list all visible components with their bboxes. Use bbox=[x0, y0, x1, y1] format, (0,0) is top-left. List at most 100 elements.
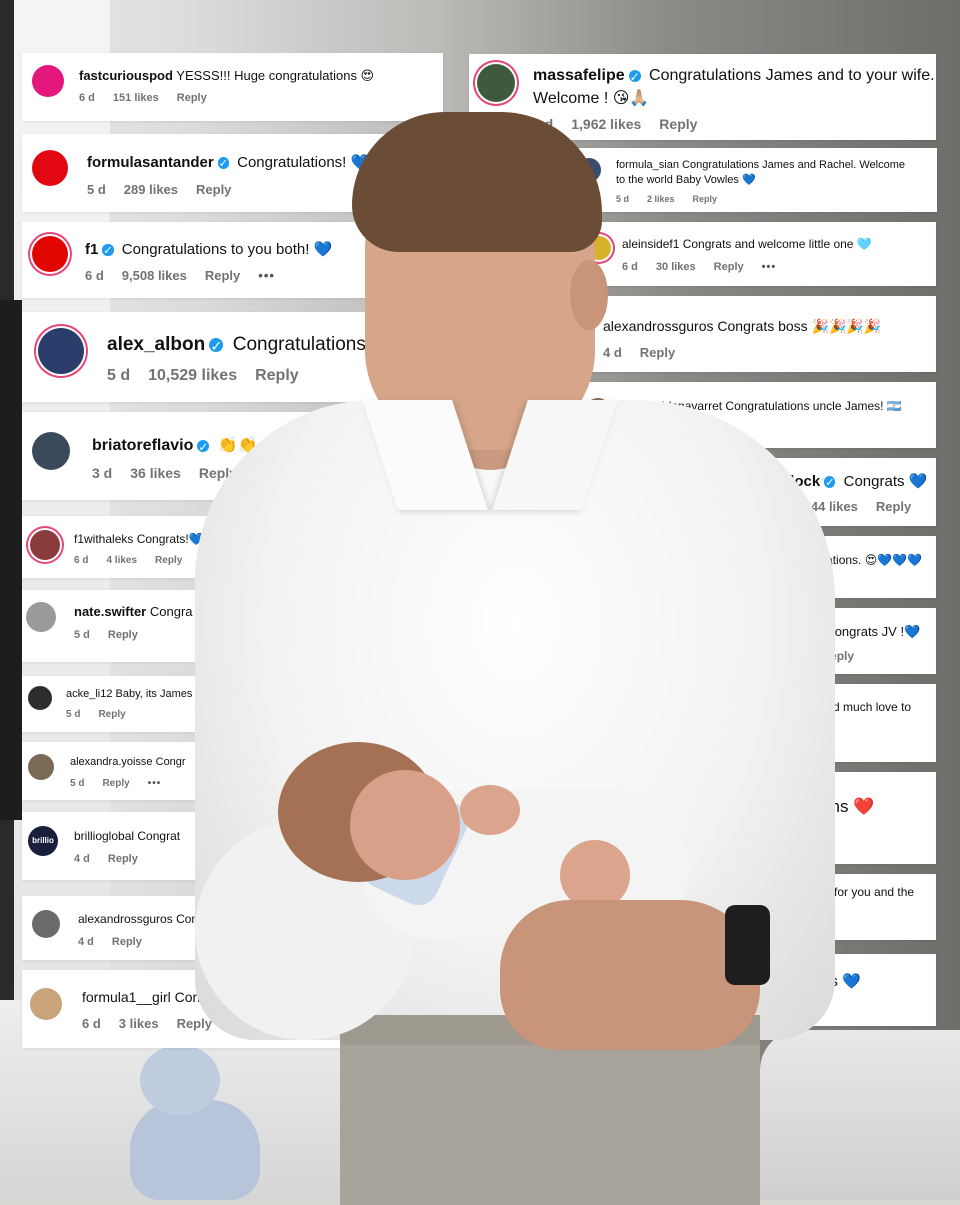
more-options-icon[interactable]: ••• bbox=[148, 778, 162, 789]
comment-username[interactable]: formulasantander bbox=[87, 154, 214, 171]
comment-likes[interactable]: 9,508 likes bbox=[122, 268, 187, 283]
comment-card: brillio brillioglobal Congrat 4 d Reply bbox=[22, 812, 222, 880]
comment-age: 5 d bbox=[70, 778, 85, 789]
comment-card: ted for you and the bbox=[690, 874, 936, 940]
reply-button[interactable]: Reply bbox=[177, 92, 207, 104]
comment-username[interactable]: briatoreflavio bbox=[92, 437, 193, 454]
comment-age: 6 d bbox=[622, 261, 638, 273]
comment-card: formula_sian Congratulations James and R… bbox=[567, 148, 937, 212]
reply-button[interactable]: Reply bbox=[98, 709, 125, 720]
comment-likes[interactable]: 2 likes bbox=[647, 194, 675, 204]
avatar[interactable] bbox=[26, 602, 56, 632]
teddy-bear bbox=[130, 1045, 260, 1200]
comment-username[interactable]: aleinsidef1 bbox=[622, 237, 679, 251]
avatar[interactable] bbox=[585, 398, 611, 424]
reply-button[interactable]: Reply bbox=[112, 936, 142, 948]
comment-likes[interactable]: 3 likes bbox=[119, 1016, 159, 1031]
comment-username[interactable]: acke_li12 bbox=[66, 688, 112, 700]
comment-likes[interactable]: 151 likes bbox=[113, 92, 159, 104]
comment-text: ngratulations 💙 bbox=[752, 973, 861, 990]
comment-card: juanpablonavarret Congratulations uncle … bbox=[577, 382, 936, 448]
comment-card: ngratulations 💙 bbox=[690, 954, 936, 1026]
comment-likes[interactable]: 289 likes bbox=[124, 182, 178, 197]
reply-button[interactable]: Reply bbox=[640, 345, 675, 360]
avatar[interactable]: brillio bbox=[28, 826, 58, 856]
comment-username[interactable]: f1withaleks bbox=[74, 532, 133, 546]
comment-username[interactable]: alexandra.yoisse bbox=[70, 756, 153, 768]
more-options-icon[interactable]: ••• bbox=[762, 261, 777, 273]
chair bbox=[760, 1030, 960, 1200]
avatar[interactable] bbox=[32, 65, 64, 97]
reply-button[interactable]: Reply bbox=[108, 629, 138, 641]
comment-username[interactable]: alex_albon bbox=[107, 334, 205, 355]
avatar[interactable] bbox=[577, 158, 601, 182]
avatar[interactable] bbox=[28, 686, 52, 710]
comment-text: Congratulations!!💙 bbox=[227, 334, 392, 355]
comment-text: Congra bbox=[146, 604, 193, 619]
comment-likes[interactable]: 4 likes bbox=[106, 555, 137, 566]
comment-likes[interactable]: 30 likes bbox=[656, 261, 696, 273]
verified-badge-icon: ✓ bbox=[102, 244, 114, 258]
comment-likes[interactable]: 36 likes bbox=[130, 465, 181, 481]
reply-button[interactable]: Reply bbox=[205, 268, 240, 283]
reply-button[interactable]: Reply bbox=[177, 1016, 212, 1031]
comment-username[interactable]: liakblock bbox=[756, 473, 820, 490]
reply-button[interactable]: Reply bbox=[102, 778, 129, 789]
reply-button[interactable]: Reply bbox=[255, 367, 299, 384]
comment-text: ted for you and the bbox=[814, 885, 915, 899]
comment-username[interactable]: brillioglobal bbox=[74, 829, 134, 843]
comment-age: 6 d bbox=[85, 268, 104, 283]
reply-button[interactable]: Reply bbox=[108, 853, 138, 865]
comment-text: Congrats and welcome little one 🩵 bbox=[679, 237, 872, 251]
reply-button[interactable]: Reply bbox=[714, 261, 744, 273]
comment-likes[interactable]: ke bbox=[790, 649, 803, 663]
avatar[interactable] bbox=[30, 988, 62, 1020]
avatar[interactable] bbox=[32, 150, 68, 186]
comment-likes[interactable]: 1,844 likes bbox=[793, 499, 858, 514]
reply-button[interactable]: Reply bbox=[876, 499, 911, 514]
more-options-icon[interactable]: ••• bbox=[258, 268, 275, 283]
reply-button[interactable]: Reply bbox=[199, 465, 237, 481]
comment-username[interactable]: alexandrossguros bbox=[603, 318, 714, 334]
reply-button[interactable]: Reply bbox=[660, 420, 690, 432]
comment-card: massafelipe ✓ Congratulations James and t… bbox=[469, 54, 936, 140]
avatar[interactable] bbox=[32, 432, 70, 470]
comment-text: Congratulations 💙 bbox=[170, 989, 294, 1005]
reply-button[interactable]: Reply bbox=[693, 194, 718, 204]
comment-age: 6 d bbox=[756, 499, 775, 514]
comment-text: ons and much love to bbox=[797, 700, 912, 714]
avatar[interactable] bbox=[587, 236, 611, 260]
comment-username[interactable]: alexandrossguros bbox=[78, 912, 173, 926]
avatar[interactable] bbox=[704, 470, 736, 502]
comment-text-tail: ations ❤️ bbox=[803, 797, 875, 816]
avatar[interactable] bbox=[32, 236, 68, 272]
comment-username[interactable]: f1 bbox=[85, 241, 98, 258]
avatar[interactable] bbox=[38, 328, 84, 374]
comment-card: alex_albon ✓ Congratulations!!💙 5 d 10,529… bbox=[22, 312, 392, 402]
comment-text-line2: Welcome ! 😘🙏🏼 bbox=[533, 90, 650, 107]
comment-username[interactable]: juanpablonavarret bbox=[626, 399, 722, 413]
comment-age: 4 d bbox=[78, 936, 94, 948]
comment-text: Cong bbox=[172, 912, 205, 926]
avatar[interactable] bbox=[477, 64, 515, 102]
avatar[interactable] bbox=[28, 754, 54, 780]
comment-likes[interactable]: 1,962 likes bbox=[571, 116, 641, 132]
avatar[interactable] bbox=[32, 910, 60, 938]
reply-button[interactable]: Reply bbox=[155, 555, 182, 566]
comment-likes[interactable]: 10,529 likes bbox=[148, 367, 237, 384]
comment-username[interactable]: nate.swifter bbox=[74, 604, 146, 619]
reply-button[interactable]: Reply bbox=[196, 182, 231, 197]
comment-likes[interactable]: likes bbox=[686, 830, 719, 847]
reply-button[interactable]: Reply bbox=[659, 116, 697, 132]
comment-username[interactable]: massafelipe bbox=[533, 67, 625, 84]
more-options-icon[interactable]: ••• bbox=[255, 465, 273, 481]
comment-text: Congratulations uncle James! 🇦🇷 bbox=[722, 399, 902, 413]
comment-age: 3 d bbox=[92, 465, 113, 481]
comment-username[interactable]: formula1__girl bbox=[82, 989, 171, 1005]
avatar[interactable] bbox=[30, 530, 60, 560]
reply-button[interactable]: Reply bbox=[821, 649, 854, 663]
comment-age: 6 d bbox=[82, 1016, 101, 1031]
comment-username[interactable]: fastcuriouspod bbox=[79, 68, 173, 83]
comment-username[interactable]: formula_sian bbox=[616, 159, 679, 171]
comment-text: YESSS!!! Huge congratulations 😍 bbox=[172, 68, 375, 83]
